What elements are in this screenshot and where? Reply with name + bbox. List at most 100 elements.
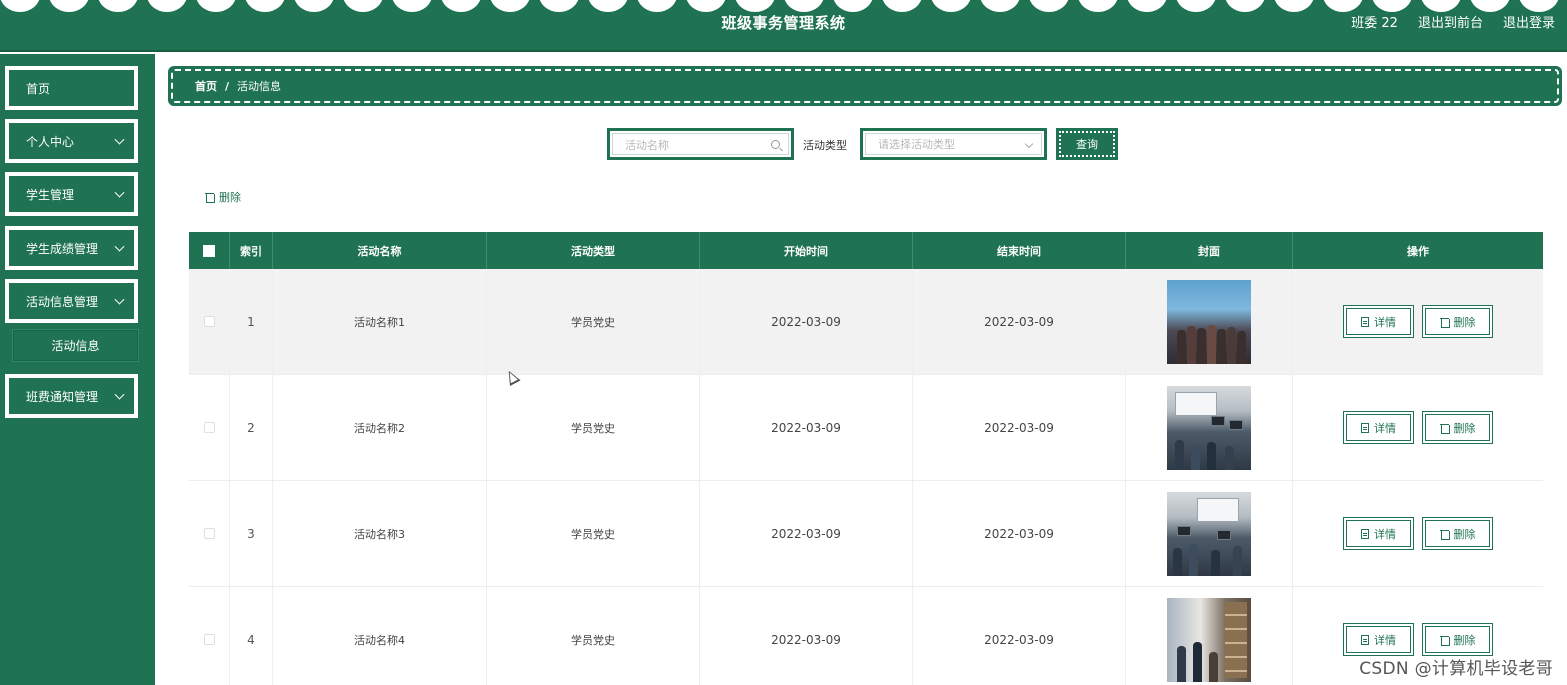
chevron-down-icon xyxy=(114,187,125,198)
delete-button[interactable]: 删除 xyxy=(1422,517,1493,550)
top-header: 班级事务管理系统 班委 22 退出到前台 退出登录 xyxy=(0,0,1567,52)
activity-type-select[interactable]: 请选择活动类型 xyxy=(860,128,1047,160)
column-header-index: 索引 xyxy=(230,232,273,269)
row-start-time: 2022-03-09 xyxy=(700,587,913,685)
row-index: 4 xyxy=(230,587,273,685)
cover-image[interactable] xyxy=(1167,385,1251,470)
trash-icon xyxy=(1439,529,1450,540)
sidebar-item-student-management[interactable]: 学生管理 xyxy=(5,172,138,216)
detail-button-label: 详情 xyxy=(1374,527,1396,541)
row-end-time: 2022-03-09 xyxy=(913,587,1126,685)
chevron-down-icon xyxy=(114,389,125,400)
detail-button[interactable]: 详情 xyxy=(1343,517,1414,550)
detail-button[interactable]: 详情 xyxy=(1343,305,1414,338)
row-index: 3 xyxy=(230,481,273,586)
cover-image[interactable] xyxy=(1167,491,1251,576)
table-row: 3 活动名称3 学员党史 2022-03-09 2022-03-09 详情 删除 xyxy=(189,481,1543,587)
detail-button-label: 详情 xyxy=(1374,633,1396,647)
trash-icon xyxy=(1439,423,1450,434)
column-header-end: 结束时间 xyxy=(913,232,1126,269)
chevron-down-icon xyxy=(114,134,125,145)
trash-icon xyxy=(1439,317,1450,328)
activity-type-label: 活动类型 xyxy=(803,139,847,152)
column-header-cover: 封面 xyxy=(1126,232,1293,269)
column-header-ops: 操作 xyxy=(1407,244,1429,258)
column-header-type: 活动类型 xyxy=(487,232,700,269)
breadcrumb-current: 活动信息 xyxy=(237,80,282,93)
cover-image[interactable] xyxy=(1167,279,1251,364)
sidebar-item-label: 活动信息管理 xyxy=(26,294,99,309)
row-activity-type: 学员党史 xyxy=(487,375,700,480)
back-to-front-link[interactable]: 退出到前台 xyxy=(1418,12,1483,31)
delete-button-label: 删除 xyxy=(1453,527,1476,541)
query-button[interactable]: 查询 xyxy=(1056,128,1118,160)
logout-link[interactable]: 退出登录 xyxy=(1503,12,1555,31)
table-row: 2 活动名称2 学员党史 2022-03-09 2022-03-09 详情 删除 xyxy=(189,375,1543,481)
document-icon xyxy=(1361,634,1369,645)
current-user: 班委 22 xyxy=(1351,16,1398,31)
header-user-menu: 班委 22 退出到前台 退出登录 xyxy=(1351,12,1555,31)
sidebar-item-label: 班费通知管理 xyxy=(26,389,99,404)
sidebar-item-label: 学生成绩管理 xyxy=(26,241,99,256)
row-activity-type: 学员党史 xyxy=(487,269,700,374)
watermark: CSDN @计算机毕设老哥 xyxy=(1359,659,1553,679)
bulk-delete-button[interactable]: 删除 xyxy=(205,189,241,205)
row-activity-type: 学员党史 xyxy=(487,481,700,586)
sidebar-subitem-activity-info[interactable]: 活动信息 xyxy=(12,329,139,362)
header-scallop-decoration xyxy=(0,0,1567,12)
sidebar-item-activity-management[interactable]: 活动信息管理 xyxy=(5,279,138,323)
sidebar-item-label: 个人中心 xyxy=(26,134,75,149)
table-row: 4 活动名称4 学员党史 2022-03-09 2022-03-09 详情 删除 xyxy=(189,587,1543,685)
delete-button-label: 删除 xyxy=(1453,633,1476,647)
document-icon xyxy=(1361,528,1369,539)
sidebar-item-label: 学生管理 xyxy=(26,187,75,202)
chevron-down-icon xyxy=(114,241,125,252)
breadcrumb-home[interactable]: 首页 xyxy=(195,78,217,94)
row-start-time: 2022-03-09 xyxy=(700,269,913,374)
row-activity-type: 学员党史 xyxy=(487,587,700,685)
sidebar-item-home[interactable]: 首页 xyxy=(5,66,138,110)
row-checkbox[interactable] xyxy=(203,528,215,539)
sidebar-item-label: 首页 xyxy=(26,81,51,96)
activity-type-placeholder: 请选择活动类型 xyxy=(878,138,955,151)
bulk-delete-label: 删除 xyxy=(219,191,241,204)
activity-table: 索引 活动名称 活动类型 开始时间 结束时间 封面 操作 1 活动名称1 学员党… xyxy=(189,232,1543,685)
breadcrumb: 首页 / 活动信息 xyxy=(168,66,1562,106)
search-icon xyxy=(771,140,780,149)
column-header-name: 活动名称 xyxy=(273,232,487,269)
document-icon xyxy=(1361,316,1369,327)
cover-image[interactable] xyxy=(1167,597,1251,682)
detail-button-label: 详情 xyxy=(1374,421,1396,435)
delete-button-label: 删除 xyxy=(1453,421,1476,435)
sidebar-item-class-fee-notice[interactable]: 班费通知管理 xyxy=(5,374,138,418)
activity-name-input[interactable] xyxy=(613,135,788,156)
table-header: 索引 活动名称 活动类型 开始时间 结束时间 封面 操作 xyxy=(189,232,1543,269)
document-icon xyxy=(1361,422,1369,433)
delete-button-label: 删除 xyxy=(1453,315,1476,329)
chevron-down-icon xyxy=(1024,139,1034,149)
row-activity-name: 活动名称1 xyxy=(273,269,487,374)
sidebar-item-personal-center[interactable]: 个人中心 xyxy=(5,119,138,163)
sidebar-item-grade-management[interactable]: 学生成绩管理 xyxy=(5,226,138,270)
select-all-checkbox[interactable] xyxy=(203,244,215,257)
row-index: 2 xyxy=(230,375,273,480)
row-start-time: 2022-03-09 xyxy=(700,481,913,586)
sidebar: 首页 个人中心 学生管理 学生成绩管理 活动信息管理 活动信息 班费通知管理 xyxy=(0,54,155,685)
delete-button[interactable]: 删除 xyxy=(1422,623,1493,656)
detail-button[interactable]: 详情 xyxy=(1343,411,1414,444)
row-activity-name: 活动名称2 xyxy=(273,375,487,480)
site-title: 班级事务管理系统 xyxy=(721,14,846,32)
chevron-down-icon xyxy=(114,294,125,305)
row-activity-name: 活动名称4 xyxy=(273,587,487,685)
row-checkbox[interactable] xyxy=(203,634,215,645)
breadcrumb-separator: / xyxy=(225,79,230,93)
table-row: 1 活动名称1 学员党史 2022-03-09 2022-03-09 详情 删除 xyxy=(189,269,1543,375)
detail-button[interactable]: 详情 xyxy=(1343,623,1414,656)
delete-button[interactable]: 删除 xyxy=(1422,411,1493,444)
row-end-time: 2022-03-09 xyxy=(913,269,1126,374)
row-index: 1 xyxy=(230,269,273,374)
row-activity-name: 活动名称3 xyxy=(273,481,487,586)
row-checkbox[interactable] xyxy=(203,316,215,327)
delete-button[interactable]: 删除 xyxy=(1422,305,1493,338)
row-checkbox[interactable] xyxy=(203,422,215,433)
